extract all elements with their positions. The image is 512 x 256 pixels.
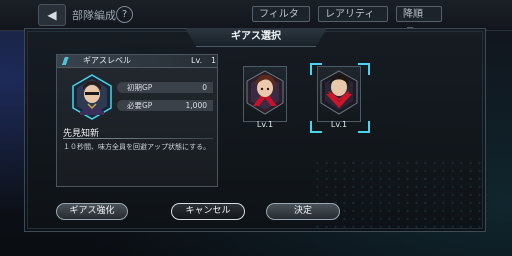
- character-portrait-icon: [72, 74, 112, 120]
- screen-title: 部隊編成: [72, 9, 116, 22]
- initial-gp-label: 初期GP: [127, 83, 153, 92]
- sort-label: 降順: [403, 9, 423, 20]
- corner-top-left: [310, 63, 322, 75]
- back-button[interactable]: ◀: [38, 4, 66, 26]
- info-header: ギアスレベル Lv. 1: [57, 55, 217, 68]
- card-level-label: Lv.1: [256, 120, 274, 129]
- level-value: 1: [211, 56, 217, 65]
- header-slash-icon: [61, 57, 71, 65]
- corner-top-right: [358, 63, 370, 75]
- rarity-label: レアリティ: [325, 9, 375, 20]
- hex-pattern-decoration: [313, 159, 483, 229]
- geass-info-panel: ギアスレベル Lv. 1 初期GP 0 必要GP 1,000 先見知新 １０秒間…: [56, 54, 218, 187]
- top-bar: ◀ 部隊編成 ? フィルタ ⏷ レアリティ 降順 ≡: [0, 0, 512, 36]
- geass-level-label: ギアスレベル: [83, 56, 131, 65]
- corner-bottom-left: [310, 121, 322, 133]
- help-icon[interactable]: ?: [116, 6, 133, 23]
- sort-button[interactable]: 降順 ≡: [396, 6, 442, 36]
- skill-divider: [63, 138, 213, 139]
- initial-gp-row: 初期GP 0: [117, 82, 213, 93]
- filter-label: フィルタ: [259, 9, 299, 20]
- initial-gp-value: 0: [202, 83, 207, 92]
- selection-cursor: [310, 63, 370, 133]
- modal-title: ギアス選択: [185, 28, 327, 47]
- geass-upgrade-button[interactable]: ギアス強化: [56, 203, 128, 220]
- required-gp-row: 必要GP 1,000: [117, 100, 213, 111]
- filter-button[interactable]: フィルタ ⏷: [252, 6, 310, 36]
- required-gp-value: 1,000: [185, 101, 207, 110]
- skill-description: １０秒間、味方全員を回避アップ状態にする。: [63, 143, 211, 151]
- cancel-button[interactable]: キャンセル: [171, 203, 245, 220]
- character-portrait-icon: [246, 70, 284, 115]
- confirm-button[interactable]: 決定: [266, 203, 340, 220]
- required-gp-label: 必要GP: [127, 101, 153, 110]
- geass-card-1[interactable]: Lv.1: [240, 66, 290, 132]
- corner-bottom-right: [358, 121, 370, 133]
- level-label: Lv.: [191, 56, 203, 65]
- rarity-button[interactable]: レアリティ: [318, 6, 388, 22]
